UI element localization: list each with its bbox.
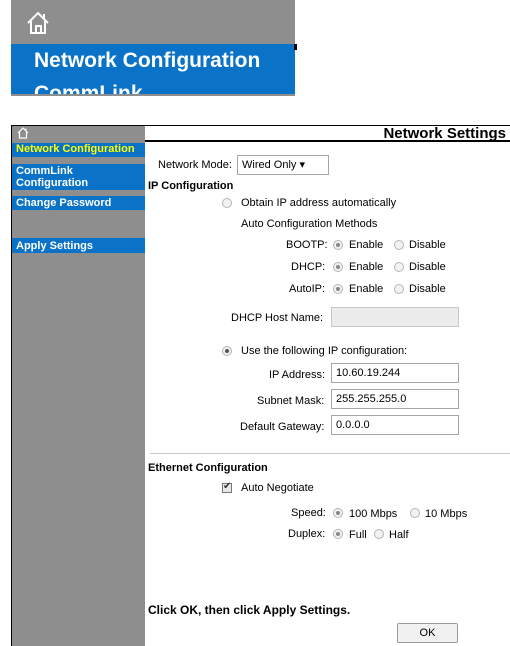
duplex-half-radio[interactable] bbox=[374, 529, 384, 539]
auto-negotiate-label: Auto Negotiate bbox=[241, 482, 314, 494]
bootp-label: BOOTP: bbox=[286, 239, 328, 251]
ip-configuration-heading: IP Configuration bbox=[148, 180, 234, 192]
subnet-mask-label: Subnet Mask: bbox=[257, 395, 325, 407]
speed-10-radio[interactable] bbox=[410, 508, 420, 518]
dhcp-enable-label: Enable bbox=[349, 261, 384, 273]
network-mode-label: Network Mode: bbox=[158, 159, 232, 171]
autoip-disable-radio[interactable] bbox=[394, 284, 404, 294]
duplex-label: Duplex: bbox=[288, 528, 326, 540]
home-icon[interactable] bbox=[25, 10, 51, 36]
bootp-disable-label: Disable bbox=[409, 239, 446, 251]
auto-negotiate-checkbox[interactable] bbox=[222, 481, 232, 493]
dhcp-host-name-label: DHCP Host Name: bbox=[231, 312, 324, 324]
default-gateway-field[interactable]: 0.0.0.0 bbox=[331, 415, 459, 435]
duplex-full-radio[interactable] bbox=[333, 529, 343, 539]
speed-100-label: 100 Mbps bbox=[349, 508, 398, 520]
apply-instruction: Click OK, then click Apply Settings. bbox=[148, 603, 351, 617]
ethernet-configuration-heading: Ethernet Configuration bbox=[148, 462, 268, 474]
bootp-enable-radio[interactable] bbox=[333, 240, 343, 250]
speed-10-label: 10 Mbps bbox=[425, 508, 468, 520]
sidebar-item-change-password[interactable]: Change Password bbox=[12, 196, 145, 210]
ok-button[interactable]: OK bbox=[397, 623, 458, 643]
sidebar-item-network-configuration[interactable]: Network Configuration bbox=[12, 143, 145, 157]
default-gateway-label: Default Gateway: bbox=[240, 421, 325, 433]
home-icon[interactable] bbox=[17, 127, 29, 139]
zoom-nav-commlink[interactable]: CommLink bbox=[11, 78, 295, 94]
bootp-enable-label: Enable bbox=[349, 239, 384, 251]
autoip-disable-label: Disable bbox=[409, 283, 446, 295]
dhcp-label: DHCP: bbox=[291, 261, 326, 273]
dhcp-host-name-field[interactable] bbox=[331, 307, 459, 327]
obtain-ip-auto-radio[interactable] bbox=[222, 198, 232, 208]
page-header: Network Settings bbox=[145, 126, 510, 142]
speed-label: Speed: bbox=[291, 507, 326, 519]
ip-address-label: IP Address: bbox=[269, 369, 326, 381]
zoom-nav-network-configuration[interactable]: Network Configuration bbox=[11, 44, 295, 78]
section-divider bbox=[150, 453, 510, 454]
subnet-mask-field[interactable]: 255.255.255.0 bbox=[331, 389, 459, 409]
text-cursor bbox=[294, 44, 297, 50]
dhcp-disable-radio[interactable] bbox=[394, 262, 404, 272]
duplex-half-label: Half bbox=[389, 529, 409, 541]
auto-config-methods-label: Auto Configuration Methods bbox=[241, 218, 378, 230]
speed-100-radio[interactable] bbox=[333, 508, 343, 518]
autoip-label: AutoIP: bbox=[289, 283, 326, 295]
static-ip-label: Use the following IP configuration: bbox=[241, 345, 408, 357]
page-title: Network Settings bbox=[383, 125, 506, 142]
autoip-enable-radio[interactable] bbox=[333, 284, 343, 294]
bootp-disable-radio[interactable] bbox=[394, 240, 404, 250]
sidebar-item-commlink-configuration[interactable]: CommLink Configuration bbox=[12, 164, 145, 190]
sidebar-item-apply-settings[interactable]: Apply Settings bbox=[12, 238, 145, 253]
ip-address-field[interactable]: 10.60.19.244 bbox=[331, 363, 459, 383]
autoip-enable-label: Enable bbox=[349, 283, 384, 295]
obtain-ip-auto-label: Obtain IP address automatically bbox=[241, 197, 397, 209]
dhcp-disable-label: Disable bbox=[409, 261, 446, 273]
zoom-nav-commlink-label: CommLink bbox=[34, 82, 143, 94]
duplex-full-label: Full bbox=[349, 529, 367, 541]
static-ip-radio[interactable] bbox=[222, 346, 232, 356]
network-mode-select[interactable]: Wired Only ▾ bbox=[237, 155, 329, 175]
dhcp-enable-radio[interactable] bbox=[333, 262, 343, 272]
